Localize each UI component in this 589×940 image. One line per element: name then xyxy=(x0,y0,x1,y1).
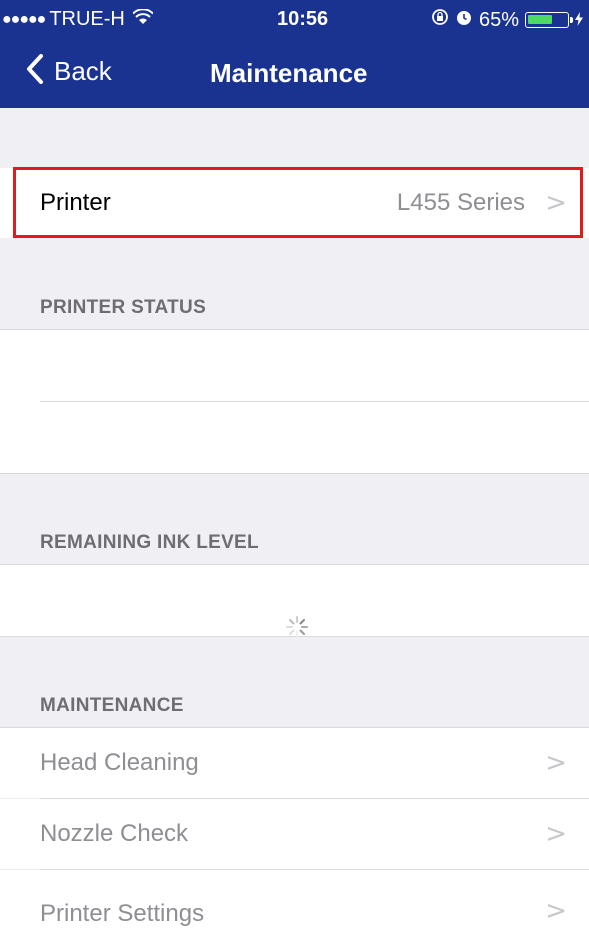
orientation-lock-icon xyxy=(431,8,449,32)
battery-nub xyxy=(570,17,573,23)
divider xyxy=(0,564,589,565)
maintenance-item-printer-settings[interactable]: Printer Settings > xyxy=(0,870,589,940)
navigation-bar: Back Maintenance xyxy=(0,40,589,108)
section-title-remaining-ink: REMAINING INK LEVEL xyxy=(40,532,259,553)
maintenance-item-nozzle-check[interactable]: Nozzle Check > xyxy=(0,799,589,869)
chevron-right-icon: > xyxy=(545,896,567,926)
printer-row-highlight xyxy=(13,167,583,238)
alarm-icon xyxy=(455,8,473,32)
chevron-left-icon xyxy=(26,54,44,89)
clock: 10:56 xyxy=(277,8,329,30)
chevron-right-icon: > xyxy=(545,819,567,849)
loading-spinner-icon xyxy=(286,616,308,638)
maintenance-item-head-cleaning[interactable]: Head Cleaning > xyxy=(0,728,589,798)
status-right: 65% xyxy=(431,8,583,32)
carrier-label: TRUE-H xyxy=(49,8,125,30)
charging-icon xyxy=(575,9,583,32)
battery-percent: 65% xyxy=(478,8,519,31)
divider xyxy=(0,329,589,330)
maintenance-item-label: Head Cleaning xyxy=(40,749,199,776)
chevron-right-icon: > xyxy=(545,748,567,778)
wifi-icon xyxy=(132,8,154,30)
status-left: ●●●●● TRUE-H xyxy=(2,8,154,31)
section-title-maintenance: MAINTENANCE xyxy=(40,695,184,716)
page-title: Maintenance xyxy=(210,58,368,88)
back-button[interactable]: Back xyxy=(26,54,112,89)
battery-icon xyxy=(525,12,573,28)
divider xyxy=(0,473,589,474)
section-title-printer-status: PRINTER STATUS xyxy=(40,297,207,318)
status-bar: ●●●●● TRUE-H 10:56 65% xyxy=(0,0,589,40)
divider xyxy=(40,401,589,402)
maintenance-item-label: Printer Settings xyxy=(40,900,205,927)
signal-strength-icon: ●●●●● xyxy=(2,10,46,28)
back-label: Back xyxy=(54,56,112,86)
maintenance-item-label: Nozzle Check xyxy=(40,820,189,847)
battery-fill xyxy=(528,15,552,24)
